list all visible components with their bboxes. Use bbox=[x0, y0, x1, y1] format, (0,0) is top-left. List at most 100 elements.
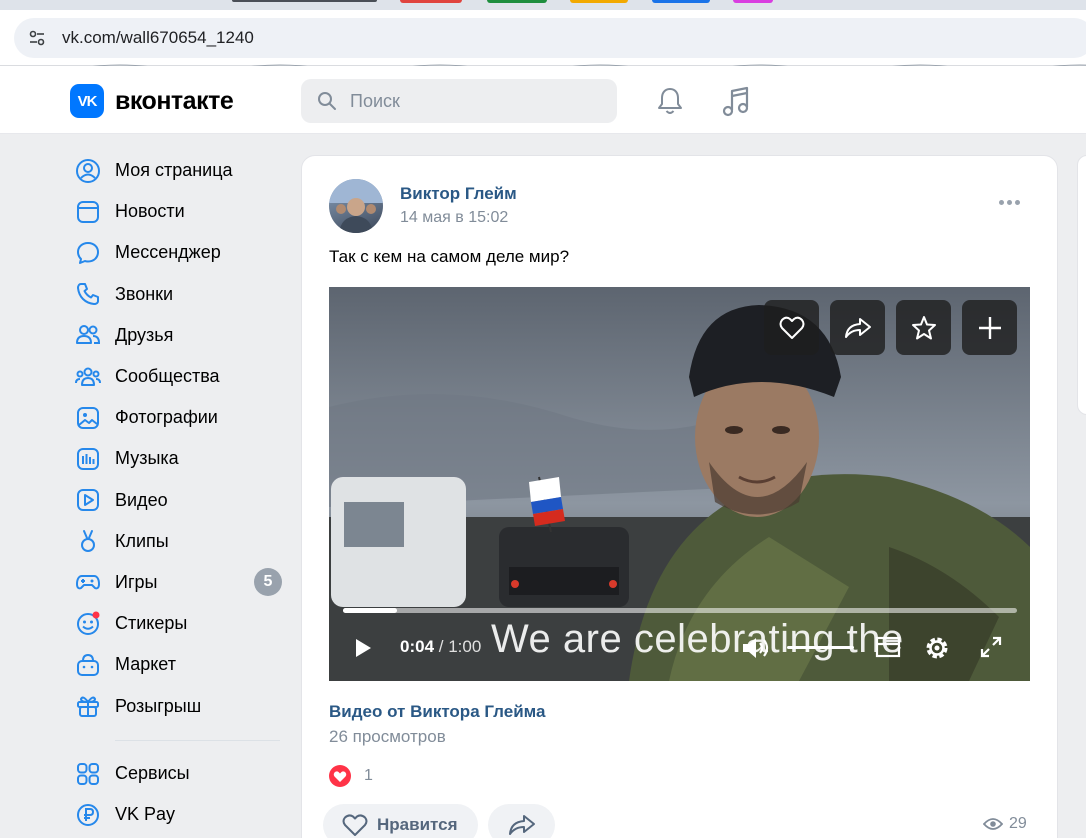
video-duration: / 1:00 bbox=[438, 637, 482, 656]
nav-item-label: Сообщества bbox=[115, 366, 220, 387]
nav-item-market[interactable]: Маркет bbox=[74, 644, 286, 685]
video-current-time: 0:04 bbox=[400, 637, 435, 656]
browser-tabstrip bbox=[0, 0, 1086, 10]
gamepad-icon bbox=[74, 568, 102, 596]
post-text: Так с кем на самом деле мир? bbox=[329, 247, 570, 266]
site-settings-icon[interactable] bbox=[28, 29, 46, 47]
vk-logo-mark: VK bbox=[70, 84, 104, 118]
heart-outline-icon bbox=[779, 316, 804, 339]
nav-item-label: Клипы bbox=[115, 530, 169, 551]
view-count: 29 bbox=[983, 815, 1027, 833]
nav-item-label: Стикеры bbox=[115, 613, 188, 634]
communities-icon bbox=[74, 363, 102, 391]
like-video-button[interactable] bbox=[764, 300, 819, 355]
video-icon bbox=[74, 486, 102, 514]
reactions-count: 1 bbox=[364, 767, 373, 784]
nav-item-label: Друзья bbox=[115, 324, 174, 345]
heart-outline-icon bbox=[342, 814, 368, 836]
photo-icon bbox=[74, 404, 102, 432]
reactions-summary[interactable]: 1 bbox=[329, 765, 373, 787]
video-progress-bar[interactable] bbox=[343, 608, 1017, 613]
nav-item-clips[interactable]: Клипы bbox=[74, 521, 286, 562]
mini-player-icon[interactable] bbox=[875, 635, 901, 659]
add-video-button[interactable] bbox=[962, 300, 1017, 355]
video-player[interactable]: We are celebrating the 0:04 / 1:00 bbox=[329, 287, 1030, 681]
search-input[interactable]: Поиск bbox=[301, 79, 617, 123]
nav-item-label: Видео bbox=[115, 489, 168, 510]
nav-item-communities[interactable]: Сообщества bbox=[74, 356, 286, 397]
nav-item-label: Моя страница bbox=[115, 160, 233, 181]
nav-item-friends[interactable]: Друзья bbox=[74, 315, 286, 356]
nav-item-label: Звонки bbox=[115, 283, 174, 304]
friends-icon bbox=[74, 321, 102, 349]
view-count-value: 29 bbox=[1009, 815, 1027, 832]
nav-item-messenger[interactable]: Мессенджер bbox=[74, 232, 286, 273]
avatar[interactable] bbox=[329, 179, 383, 233]
nav-item-label: Розыгрыш bbox=[115, 695, 202, 716]
post-date[interactable]: 14 мая в 15:02 bbox=[400, 209, 508, 227]
like-button[interactable]: Нравится bbox=[323, 804, 478, 838]
phone-icon bbox=[74, 280, 102, 308]
services-icon bbox=[74, 760, 102, 788]
nav-item-calls[interactable]: Звонки bbox=[74, 274, 286, 315]
sticker-icon bbox=[74, 610, 102, 638]
gear-icon[interactable] bbox=[923, 634, 951, 662]
user-circle-icon bbox=[74, 157, 102, 185]
fullscreen-icon[interactable] bbox=[979, 635, 1003, 659]
nav-item-label: Мессенджер bbox=[115, 242, 221, 263]
nav-divider bbox=[115, 740, 280, 741]
clips-icon bbox=[74, 527, 102, 555]
nav-item-label: Новости bbox=[115, 201, 185, 222]
bookmark-video-button[interactable] bbox=[896, 300, 951, 355]
video-time: 0:04 / 1:00 bbox=[400, 637, 481, 657]
nav-item-photos[interactable]: Фотографии bbox=[74, 397, 286, 438]
left-nav: Моя страница Новости Мессенджер Звонки Д… bbox=[74, 150, 286, 727]
share-button[interactable] bbox=[488, 804, 555, 838]
bell-icon[interactable] bbox=[656, 86, 684, 116]
right-sidebar-card bbox=[1077, 155, 1086, 415]
nav-item-giveaway[interactable]: Розыгрыш bbox=[74, 685, 286, 726]
nav-item-label: Сервисы bbox=[115, 763, 190, 784]
vk-logo-text: вконтакте bbox=[115, 86, 234, 115]
more-options-icon[interactable] bbox=[999, 200, 1020, 205]
video-progress-fill bbox=[343, 608, 397, 613]
volume-slider[interactable] bbox=[787, 646, 854, 649]
nav-item-label: VK Pay bbox=[115, 804, 176, 825]
music-note-icon[interactable] bbox=[721, 86, 751, 118]
video-views: 26 просмотров bbox=[329, 727, 446, 746]
nav-item-services[interactable]: Сервисы bbox=[74, 753, 286, 794]
vkpay-icon bbox=[74, 801, 102, 829]
video-subtitle: We are celebrating the bbox=[491, 617, 904, 661]
left-nav-secondary: Сервисы VK Pay bbox=[74, 753, 286, 835]
vk-logo[interactable]: VK вконтакте bbox=[70, 84, 234, 118]
nav-item-games[interactable]: Игры 5 bbox=[74, 562, 286, 603]
market-icon bbox=[74, 651, 102, 679]
nav-item-stickers[interactable]: Стикеры bbox=[74, 603, 286, 644]
share-arrow-icon bbox=[508, 815, 535, 835]
eye-icon bbox=[983, 818, 1003, 830]
nav-item-label: Фотографии bbox=[115, 407, 218, 428]
share-arrow-icon bbox=[844, 317, 871, 338]
share-video-button[interactable] bbox=[830, 300, 885, 355]
nav-item-news[interactable]: Новости bbox=[74, 191, 286, 232]
video-title[interactable]: Видео от Виктора Глейма bbox=[329, 702, 545, 722]
nav-item-my-page[interactable]: Моя страница bbox=[74, 150, 286, 191]
nav-item-label: Игры bbox=[115, 571, 158, 592]
volume-icon[interactable] bbox=[741, 635, 773, 661]
post-author[interactable]: Виктор Глейм bbox=[400, 184, 517, 204]
heart-reaction-icon bbox=[329, 765, 351, 787]
play-icon[interactable] bbox=[353, 637, 373, 659]
vk-header: VK вконтакте Поиск bbox=[0, 66, 1086, 134]
post-card: Виктор Глейм 14 мая в 15:02 Так с кем на… bbox=[301, 155, 1058, 838]
search-placeholder: Поиск bbox=[350, 91, 400, 111]
nav-item-music[interactable]: Музыка bbox=[74, 438, 286, 479]
omnibox[interactable]: vk.com/wall670654_1240 bbox=[14, 18, 1086, 58]
url-text[interactable]: vk.com/wall670654_1240 bbox=[62, 28, 254, 48]
browser-address-bar: vk.com/wall670654_1240 bbox=[0, 10, 1086, 66]
plus-icon bbox=[978, 316, 1001, 339]
nav-item-vkpay[interactable]: VK Pay bbox=[74, 794, 286, 835]
news-icon bbox=[74, 198, 102, 226]
nav-item-video[interactable]: Видео bbox=[74, 480, 286, 521]
search-icon bbox=[318, 92, 336, 110]
nav-item-label: Маркет bbox=[115, 654, 176, 675]
